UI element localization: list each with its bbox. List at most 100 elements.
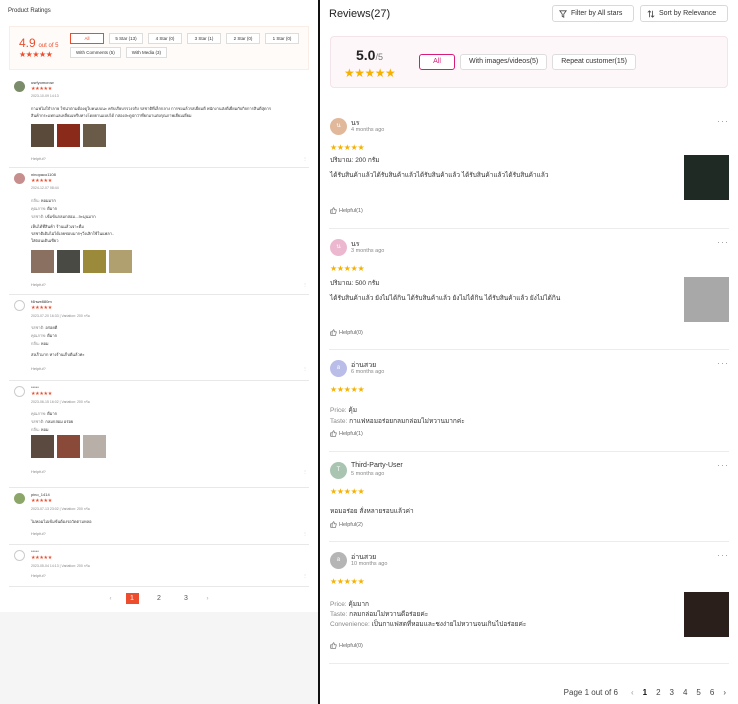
attribute-key: คุณภาพ: [31,206,47,211]
avatar [14,550,25,561]
helpful-count: Helpful(0) [339,642,363,649]
attribute-key: รสชาติ: [31,325,45,330]
pager-page-5[interactable]: 5 [696,688,700,697]
helpful-button[interactable]: Helpful(0) [330,642,363,649]
left-pager-page-1[interactable]: 1 [125,593,139,604]
helpful-button[interactable]: Helpful? [31,366,46,371]
review-date: 2023-07-13 23:02 | Variation: 200 กรัม [31,507,91,511]
review-thumbnail[interactable] [31,435,54,458]
review-attribute: Convenience: เป็นกาแฟสดที่หอมและชงง่ายไม… [330,619,526,629]
right-filter-all[interactable]: All [419,54,455,70]
reviewer-name: f4hwe880m [31,299,52,304]
review-time: 4 months ago [351,127,385,133]
attribute-key: Price: [330,407,347,414]
pager-page-4[interactable]: 4 [683,688,687,697]
review-thumbnail[interactable] [31,250,54,273]
helpful-button[interactable]: Helpful? [31,531,46,536]
pager-page-1[interactable]: 1 [643,688,647,697]
attribute-key: รสชาติ: [31,214,45,219]
right-filter-with-media[interactable]: With images/videos(5) [460,54,548,70]
review-attribute: รสชาติ: อร่อยดี [31,324,57,331]
attribute-value: เข้มข้นกลมกล่อม...ละมุนมาก [45,214,96,219]
left-pager-prev[interactable]: ‹ [110,596,112,602]
left-filter-3star[interactable]: 3 Star (1) [187,33,221,44]
sort-icon [647,9,655,18]
pager-next[interactable]: › [723,688,726,697]
review-thumbnail[interactable] [57,124,80,147]
review-thumbnail[interactable] [57,435,80,458]
left-pager-page-3[interactable]: 3 [180,593,193,604]
helpful-button[interactable]: Helpful(1) [330,430,363,437]
left-review-item: ***** ★★★★★ 2023-05-04 14:13 | Variation… [9,545,309,587]
review-media [31,124,106,147]
more-options-icon[interactable]: ⋮ [303,156,307,161]
avatar: T [330,462,347,479]
helpful-count: Helpful(0) [339,329,363,336]
pager-page-6[interactable]: 6 [710,688,714,697]
left-filter-1star[interactable]: 1 Star (0) [265,33,299,44]
helpful-button[interactable]: Helpful(0) [330,329,363,336]
more-options-icon[interactable]: ⋮ [303,573,307,578]
left-pager-next[interactable]: › [207,596,209,602]
review-thumbnail[interactable] [83,250,106,273]
more-options-icon[interactable]: ⋮ [303,469,307,474]
more-options-icon[interactable]: ··· [717,358,729,368]
review-attribute: รสชาติ: เข้มข้นกลมกล่อม...ละมุนมาก [31,213,96,220]
more-options-icon[interactable]: ··· [717,550,729,560]
review-thumbnail[interactable] [31,124,54,147]
left-filter-all[interactable]: All [70,33,104,44]
review-photo[interactable] [684,592,729,637]
left-review-item: f4hwe880m ★★★★★ 2023-07-20 16:33 | Varia… [9,295,309,381]
more-options-icon[interactable]: ··· [717,460,729,470]
left-filter-with-media[interactable]: With Media (3) [125,47,168,58]
review-attribute: คุณภาพ: ดีมาก [31,332,57,339]
more-options-icon[interactable]: ··· [717,237,729,247]
more-options-icon[interactable]: ⋮ [303,531,307,536]
review-thumbnail[interactable] [83,435,106,458]
more-options-icon[interactable]: ⋮ [303,282,307,287]
pager-prev[interactable]: ‹ [631,688,634,697]
left-pager-page-2[interactable]: 2 [153,593,166,604]
helpful-button[interactable]: Helpful? [31,156,46,161]
review-attribute: กลิ่น: หอม [31,340,49,347]
left-pagination: ‹ 1 2 3 › [0,593,318,604]
pager-page-2[interactable]: 2 [656,688,660,697]
review-thumbnail[interactable] [109,250,132,273]
attribute-value: ดีมาก [47,206,58,211]
review-attribute: กลิ่น: หอม [31,426,49,433]
helpful-button[interactable]: Helpful? [31,573,46,578]
more-options-icon[interactable]: ⋮ [303,366,307,371]
helpful-button[interactable]: Helpful(2) [330,521,363,528]
left-filter-4star[interactable]: 4 Star (0) [148,33,182,44]
sort-button[interactable]: Sort by Relevance [640,5,728,22]
right-review-item: อ อ่านสวย 10 months ago ··· ★★★★★ Price:… [329,542,729,664]
filter-stars-button[interactable]: Filter by All stars [552,5,634,22]
attribute-value: คุ้ม [346,407,358,414]
review-thumbnail[interactable] [83,124,106,147]
attribute-key: Taste: [330,611,348,618]
review-attribute: Price: คุ้มมาก [330,599,369,609]
helpful-button[interactable]: Helpful? [31,469,46,474]
review-date: 2023-05-04 14:13 | Variation: 200 กรัม [31,564,91,568]
helpful-button[interactable]: Helpful? [31,282,46,287]
right-panel: Reviews(27) Filter by All stars Sort by … [320,0,738,704]
reviewer-name: usrfyomcrow [31,80,54,85]
avatar: น [330,239,347,256]
helpful-count: Helpful(1) [339,207,363,214]
review-photo[interactable] [684,155,729,200]
helpful-button[interactable]: Helpful(1) [330,207,363,214]
left-filter-2star[interactable]: 2 Star (0) [226,33,260,44]
more-options-icon[interactable]: ··· [717,116,729,126]
right-filter-repeat-customer[interactable]: Repeat customer(15) [552,54,637,70]
review-thumbnail[interactable] [57,250,80,273]
left-filter-5star[interactable]: 5 Star (13) [109,33,143,44]
left-review-item: pino_1414 ★★★★★ 2023-07-13 23:02 | Varia… [9,488,309,545]
review-photo[interactable] [684,277,729,322]
review-stars: ★★★★★ [31,86,52,92]
left-filter-with-comments[interactable]: With Comments (5) [70,47,121,58]
review-variant: ปริมาณ: 200 กรัม [330,157,380,164]
review-text: ใส่ตอนเดินเขียว [31,238,59,243]
review-text: ส่งเร็วมาก ทางร้านเก็บดีแล้วค่ะ [31,352,85,357]
right-score-denominator: /5 [375,52,383,62]
pager-page-3[interactable]: 3 [670,688,674,697]
